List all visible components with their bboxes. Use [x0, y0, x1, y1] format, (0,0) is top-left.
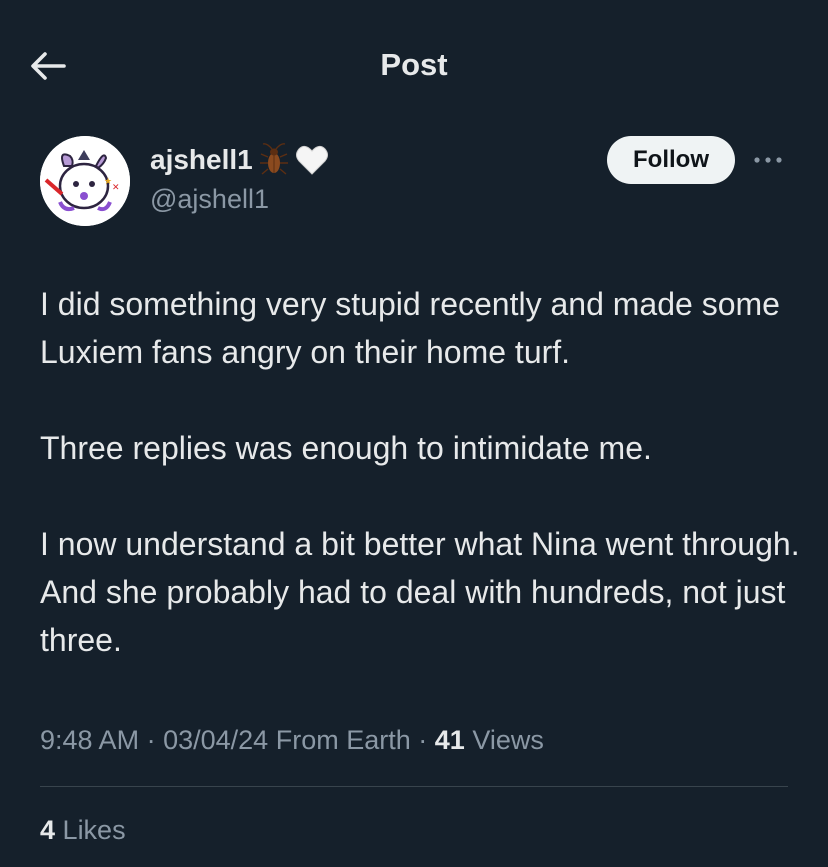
- svg-text:★: ★: [104, 177, 112, 187]
- likes-count: 4: [40, 815, 56, 845]
- avatar-image: ★ ✕: [40, 136, 130, 226]
- meta-separator: ·: [146, 725, 156, 755]
- tweet-date[interactable]: 03/04/24: [163, 725, 268, 755]
- tweet-paragraph: Three replies was enough to intimidate m…: [40, 430, 652, 466]
- follow-button[interactable]: Follow: [607, 136, 735, 184]
- more-options-button[interactable]: [748, 140, 788, 180]
- cockroach-icon: [259, 143, 289, 177]
- meta-separator: ·: [418, 725, 428, 755]
- top-bar: Post: [0, 0, 828, 130]
- author-display-name: ajshell1: [150, 144, 253, 175]
- tweet-source: From Earth: [275, 725, 411, 755]
- author-row: ★ ✕ ajshell1 @ajshell1 Follow: [40, 136, 790, 226]
- tweet-text: I did something very stupid recently and…: [40, 280, 800, 664]
- likes-stat[interactable]: 4 Likes: [40, 810, 126, 850]
- avatar[interactable]: ★ ✕: [40, 136, 130, 226]
- tweet-paragraph: I now understand a bit better what Nina …: [40, 526, 800, 658]
- page-title: Post: [380, 47, 448, 82]
- divider: [40, 786, 788, 787]
- likes-label: Likes: [62, 815, 126, 845]
- white-heart-icon: [295, 144, 329, 176]
- tweet-meta: 9:48 AM · 03/04/24 From Earth · 41 Views: [40, 720, 544, 760]
- tweet-time[interactable]: 9:48 AM: [40, 725, 139, 755]
- svg-text:✕: ✕: [112, 183, 120, 193]
- post-page: Post ★ ✕ ajshell1 @ajshell1 Follow I did…: [0, 0, 828, 867]
- views-count: 41: [434, 725, 465, 755]
- tweet-paragraph: I did something very stupid recently and…: [40, 286, 780, 370]
- views-label: Views: [472, 725, 544, 755]
- author-display-name-row[interactable]: ajshell1: [150, 142, 329, 178]
- author-handle[interactable]: @ajshell1: [150, 182, 269, 216]
- more-dots-icon: [754, 157, 782, 163]
